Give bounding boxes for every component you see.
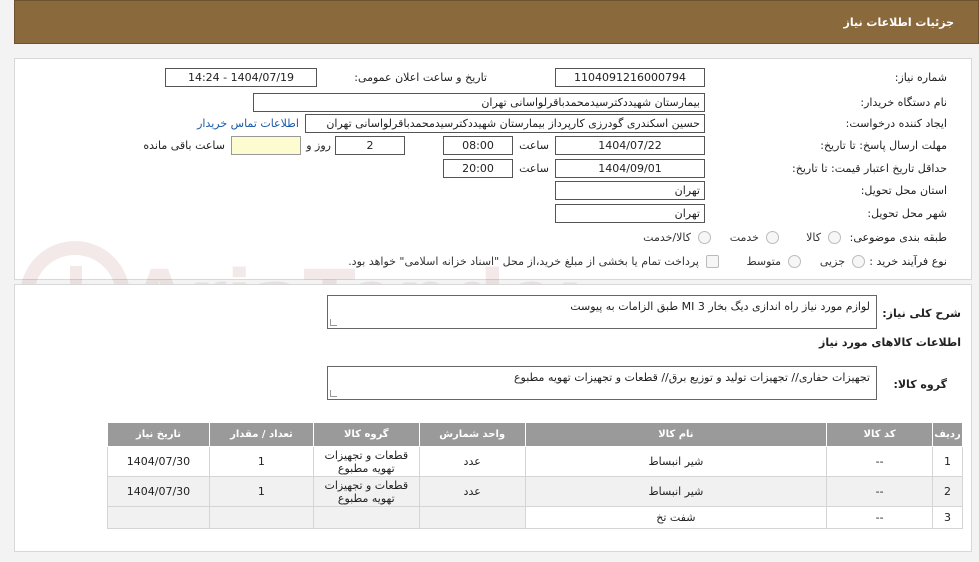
province-label: استان محل تحویل: <box>860 184 947 197</box>
process-medium-label: متوسط <box>746 255 781 268</box>
need-number-label: شماره نیاز: <box>894 71 947 84</box>
goods-group-text: تجهیزات حفاری// تجهیزات تولید و توزیع بر… <box>513 371 870 384</box>
buyer-org-label: نام دستگاه خریدار: <box>860 96 947 109</box>
category-goods-radio[interactable] <box>828 231 841 244</box>
requester-field: حسین اسکندری گودرزی کارپرداز بیمارستان ش… <box>305 114 705 133</box>
category-goods-label: کالا <box>806 231 821 244</box>
buyer-contact-link[interactable]: اطلاعات تماس خریدار <box>197 117 299 130</box>
cell-row-number: 3 <box>932 506 963 529</box>
validity-time-field: 20:00 <box>443 159 513 178</box>
goods-panel: شرح کلی نیاز: لوازم مورد نیاز راه اندازی… <box>14 284 972 552</box>
cell-name: شیر انبساط <box>524 446 828 477</box>
col-header-unit: واحد شمارش <box>418 422 526 447</box>
process-medium-radio[interactable] <box>788 255 801 268</box>
deadline-time-label: ساعت <box>519 139 549 152</box>
validity-date-field: 1404/09/01 <box>555 159 705 178</box>
goods-group-label: گروه کالا: <box>893 378 947 391</box>
city-field: تهران <box>555 204 705 223</box>
cell-date <box>107 506 210 529</box>
col-header-group: گروه کالا <box>312 422 420 447</box>
deadline-days-field: 2 <box>335 136 405 155</box>
cell-name: شفت تخ <box>524 506 828 529</box>
goods-group-textarea: تجهیزات حفاری// تجهیزات تولید و توزیع بر… <box>327 366 877 400</box>
cell-unit: عدد <box>418 476 526 507</box>
goods-table: ردیف کد کالا نام کالا واحد شمارش گروه کا… <box>107 422 963 529</box>
col-header-date: تاریخ نیاز <box>107 422 210 447</box>
cell-unit <box>418 506 526 529</box>
deadline-days-label: روز و <box>306 139 331 152</box>
deadline-remaining-field <box>231 136 301 155</box>
announce-date-field: 1404/07/19 - 14:24 <box>165 68 317 87</box>
requester-label: ایجاد کننده درخواست: <box>845 117 947 130</box>
cell-date: 1404/07/30 <box>107 446 210 477</box>
category-both-radio[interactable] <box>698 231 711 244</box>
cell-row-number: 2 <box>932 476 963 507</box>
deadline-remaining-label: ساعت باقی مانده <box>143 139 225 152</box>
need-number-field: 1104091216000794 <box>555 68 705 87</box>
process-minor-label: جزیی <box>819 255 845 268</box>
description-textarea: لوازم مورد نیاز راه اندازی دیگ بخار MI 3… <box>327 295 877 329</box>
table-header-row: ردیف کد کالا نام کالا واحد شمارش گروه کا… <box>107 422 963 447</box>
cell-unit: عدد <box>418 446 526 477</box>
cell-quantity: 1 <box>208 476 314 507</box>
validity-label: حداقل تاریخ اعتبار قیمت: تا تاریخ: <box>792 162 947 175</box>
treasury-payment-checkbox[interactable] <box>706 255 719 268</box>
deadline-label: مهلت ارسال پاسخ: تا تاریخ: <box>820 139 947 152</box>
validity-time-label: ساعت <box>519 162 549 175</box>
cell-group <box>312 506 420 529</box>
table-row: 3 -- شفت تخ <box>107 506 963 529</box>
col-header-row-number: ردیف <box>932 422 963 447</box>
category-service-label: خدمت <box>729 231 759 244</box>
table-row: 1 -- شیر انبساط عدد قطعات و تجهیزات تهوی… <box>107 446 963 477</box>
category-service-radio[interactable] <box>766 231 779 244</box>
cell-date: 1404/07/30 <box>107 476 210 507</box>
cell-code: -- <box>826 446 934 477</box>
deadline-time-field: 08:00 <box>443 136 513 155</box>
col-header-code: کد کالا <box>826 422 934 447</box>
cell-group: قطعات و تجهیزات تهویه مطبوع <box>312 476 420 507</box>
deadline-date-field: 1404/07/22 <box>555 136 705 155</box>
description-label: شرح کلی نیاز: <box>882 307 961 320</box>
cell-quantity: 1 <box>208 446 314 477</box>
page-title: جزئیات اطلاعات نیاز <box>843 16 955 29</box>
category-both-label: کالا/خدمت <box>643 231 691 244</box>
description-text: لوازم مورد نیاز راه اندازی دیگ بخار MI 3… <box>570 300 870 313</box>
goods-section-title: اطلاعات کالاهای مورد نیاز <box>819 336 961 349</box>
announce-date-label: تاریخ و ساعت اعلان عمومی: <box>354 71 487 84</box>
page-header: جزئیات اطلاعات نیاز <box>14 0 979 44</box>
resize-handle[interactable] <box>330 319 337 326</box>
process-label: نوع فرآیند خرید : <box>869 255 947 268</box>
cell-code: -- <box>826 476 934 507</box>
category-label: طبقه بندی موضوعی: <box>849 231 947 244</box>
cell-group: قطعات و تجهیزات تهویه مطبوع <box>312 446 420 477</box>
table-row: 2 -- شیر انبساط عدد قطعات و تجهیزات تهوی… <box>107 476 963 507</box>
city-label: شهر محل تحویل: <box>867 207 947 220</box>
process-minor-radio[interactable] <box>852 255 865 268</box>
cell-row-number: 1 <box>932 446 963 477</box>
cell-name: شیر انبساط <box>524 476 828 507</box>
col-header-quantity: تعداد / مقدار <box>208 422 314 447</box>
cell-code: -- <box>826 506 934 529</box>
col-header-name: نام کالا <box>524 422 828 447</box>
cell-quantity <box>208 506 314 529</box>
province-field: تهران <box>555 181 705 200</box>
resize-handle[interactable] <box>330 390 337 397</box>
buyer-org-field: بیمارستان شهیددکترسیدمحمدباقرلواسانی تهر… <box>253 93 705 112</box>
